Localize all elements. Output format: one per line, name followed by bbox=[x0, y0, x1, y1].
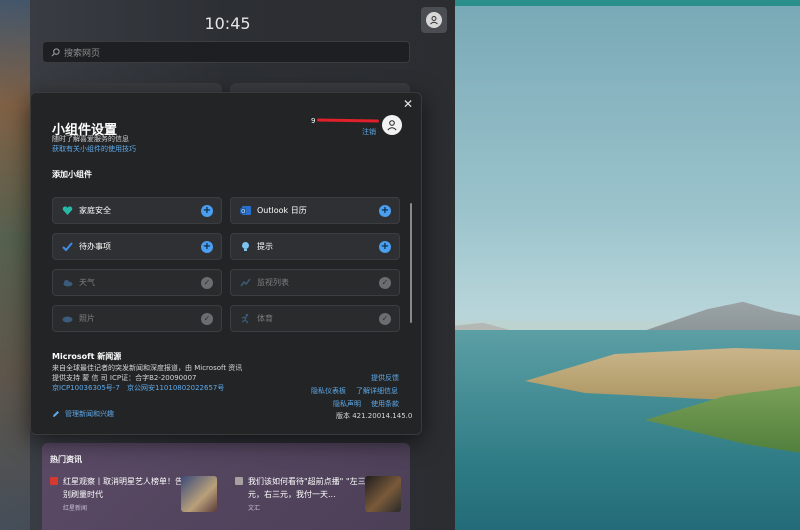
family-safety-icon bbox=[61, 205, 73, 217]
news-source-icon bbox=[235, 477, 243, 485]
search-box[interactable]: 搜索网页 bbox=[42, 41, 410, 63]
manage-news-link[interactable]: 管理新闻和兴趣 bbox=[52, 409, 114, 419]
widget-label: 提示 bbox=[257, 242, 273, 251]
search-placeholder: 搜索网页 bbox=[64, 48, 101, 59]
profile-button[interactable] bbox=[421, 7, 447, 33]
sports-icon bbox=[239, 313, 251, 325]
widget-label: Outlook 日历 bbox=[257, 206, 307, 215]
news-thumbnail[interactable] bbox=[181, 476, 217, 512]
manage-news-label: 管理新闻和兴趣 bbox=[65, 410, 114, 418]
edit-icon bbox=[53, 411, 59, 417]
add-icon[interactable]: + bbox=[201, 240, 213, 253]
widget-tips[interactable]: 提示 + bbox=[230, 233, 400, 260]
add-icon[interactable]: + bbox=[201, 204, 213, 217]
widget-label: 监视列表 bbox=[257, 278, 289, 287]
account-email: 9 bbox=[311, 117, 380, 125]
ms-news-title: Microsoft 新闻源 bbox=[52, 352, 122, 361]
news-item-headline[interactable]: 红星观察丨取消明星艺人榜单！告别刷量时代 bbox=[63, 475, 189, 501]
version-text: 版本 421.20014.145.0 bbox=[336, 412, 413, 420]
ms-news-description: 来自全球最佳记者的突发新闻和深度报道，由 Microsoft 资讯 bbox=[52, 364, 243, 372]
svg-text:O: O bbox=[241, 209, 245, 215]
terms-link[interactable]: 使用条款 bbox=[371, 399, 399, 409]
checkmark-icon: ✓ bbox=[201, 312, 213, 325]
add-icon[interactable]: + bbox=[379, 204, 391, 217]
clock: 10:45 bbox=[204, 14, 251, 33]
todo-icon bbox=[61, 241, 73, 253]
ms-news-license: 提供支持 蒙 信 司 ICP证：合字B2-20090007 bbox=[52, 374, 197, 382]
privacy-statement-link[interactable]: 隐私声明 bbox=[333, 399, 361, 409]
widget-label: 体育 bbox=[257, 314, 273, 323]
news-source-icon bbox=[50, 477, 58, 485]
widget-label: 照片 bbox=[79, 314, 95, 323]
icp-link[interactable]: 京ICP10036305号-7 bbox=[52, 383, 120, 393]
dialog-subtitle: 随时了解喜爱服务的信息 bbox=[52, 135, 129, 143]
user-icon bbox=[387, 120, 397, 131]
checkmark-icon: ✓ bbox=[379, 276, 391, 289]
widget-todo[interactable]: 待办事项 + bbox=[52, 233, 222, 260]
watchlist-icon bbox=[239, 277, 251, 289]
widget-photos: 照片 ✓ bbox=[52, 305, 222, 332]
search-icon bbox=[51, 47, 60, 56]
checkmark-icon: ✓ bbox=[201, 276, 213, 289]
news-thumbnail[interactable] bbox=[365, 476, 401, 512]
widget-settings-dialog: ✕ 小组件设置 随时了解喜爱服务的信息 获取有关小组件的使用技巧 9 注销 添加… bbox=[30, 92, 422, 435]
widget-watchlist: 监视列表 ✓ bbox=[230, 269, 400, 296]
news-item-headline[interactable]: 我们该如何看待"超前点播" "左三元，右三元，我付一天... bbox=[248, 475, 368, 503]
gongan-link[interactable]: 京公网安11010802022657号 bbox=[127, 383, 224, 393]
hot-news-card[interactable]: 热门资讯 红星观察丨取消明星艺人榜单！告别刷量时代 红星新闻 我们该如何看待"超… bbox=[42, 443, 410, 530]
weather-icon bbox=[61, 277, 73, 289]
privacy-dashboard-link[interactable]: 隐私仪表板 bbox=[311, 386, 346, 396]
user-icon bbox=[426, 12, 442, 28]
checkmark-icon: ✓ bbox=[379, 312, 391, 325]
photos-icon bbox=[61, 313, 73, 325]
news-item-source: 红星新闻 bbox=[63, 505, 88, 512]
learn-more-link[interactable]: 了解详细信息 bbox=[356, 386, 398, 396]
desktop-wallpaper bbox=[455, 0, 800, 530]
feedback-link[interactable]: 提供反馈 bbox=[371, 373, 399, 383]
news-item-source: 文汇 bbox=[248, 505, 261, 512]
widget-weather: 天气 ✓ bbox=[52, 269, 222, 296]
widget-label: 待办事项 bbox=[79, 242, 111, 251]
outlook-calendar-icon: O bbox=[239, 205, 251, 217]
widget-family-safety[interactable]: 家庭安全 + bbox=[52, 197, 222, 224]
account-avatar[interactable] bbox=[382, 115, 402, 135]
wallpaper-top-bar bbox=[455, 0, 800, 6]
widget-label: 家庭安全 bbox=[79, 206, 111, 215]
add-icon[interactable]: + bbox=[379, 240, 391, 253]
hot-news-title: 热门资讯 bbox=[50, 455, 82, 464]
account-email-text: 9 bbox=[311, 117, 316, 125]
redaction-mark bbox=[316, 118, 380, 123]
widget-sports: 体育 ✓ bbox=[230, 305, 400, 332]
close-icon[interactable]: ✕ bbox=[401, 97, 415, 111]
wallpaper-mountain bbox=[635, 301, 800, 334]
blurred-background bbox=[0, 0, 30, 530]
sign-out-link[interactable]: 注销 bbox=[362, 127, 376, 137]
tips-icon bbox=[239, 241, 251, 253]
tips-link[interactable]: 获取有关小组件的使用技巧 bbox=[52, 144, 136, 154]
scrollbar[interactable] bbox=[410, 203, 412, 323]
add-widgets-header: 添加小组件 bbox=[52, 170, 92, 179]
widget-label: 天气 bbox=[79, 278, 95, 287]
widget-outlook-calendar[interactable]: O Outlook 日历 + bbox=[230, 197, 400, 224]
